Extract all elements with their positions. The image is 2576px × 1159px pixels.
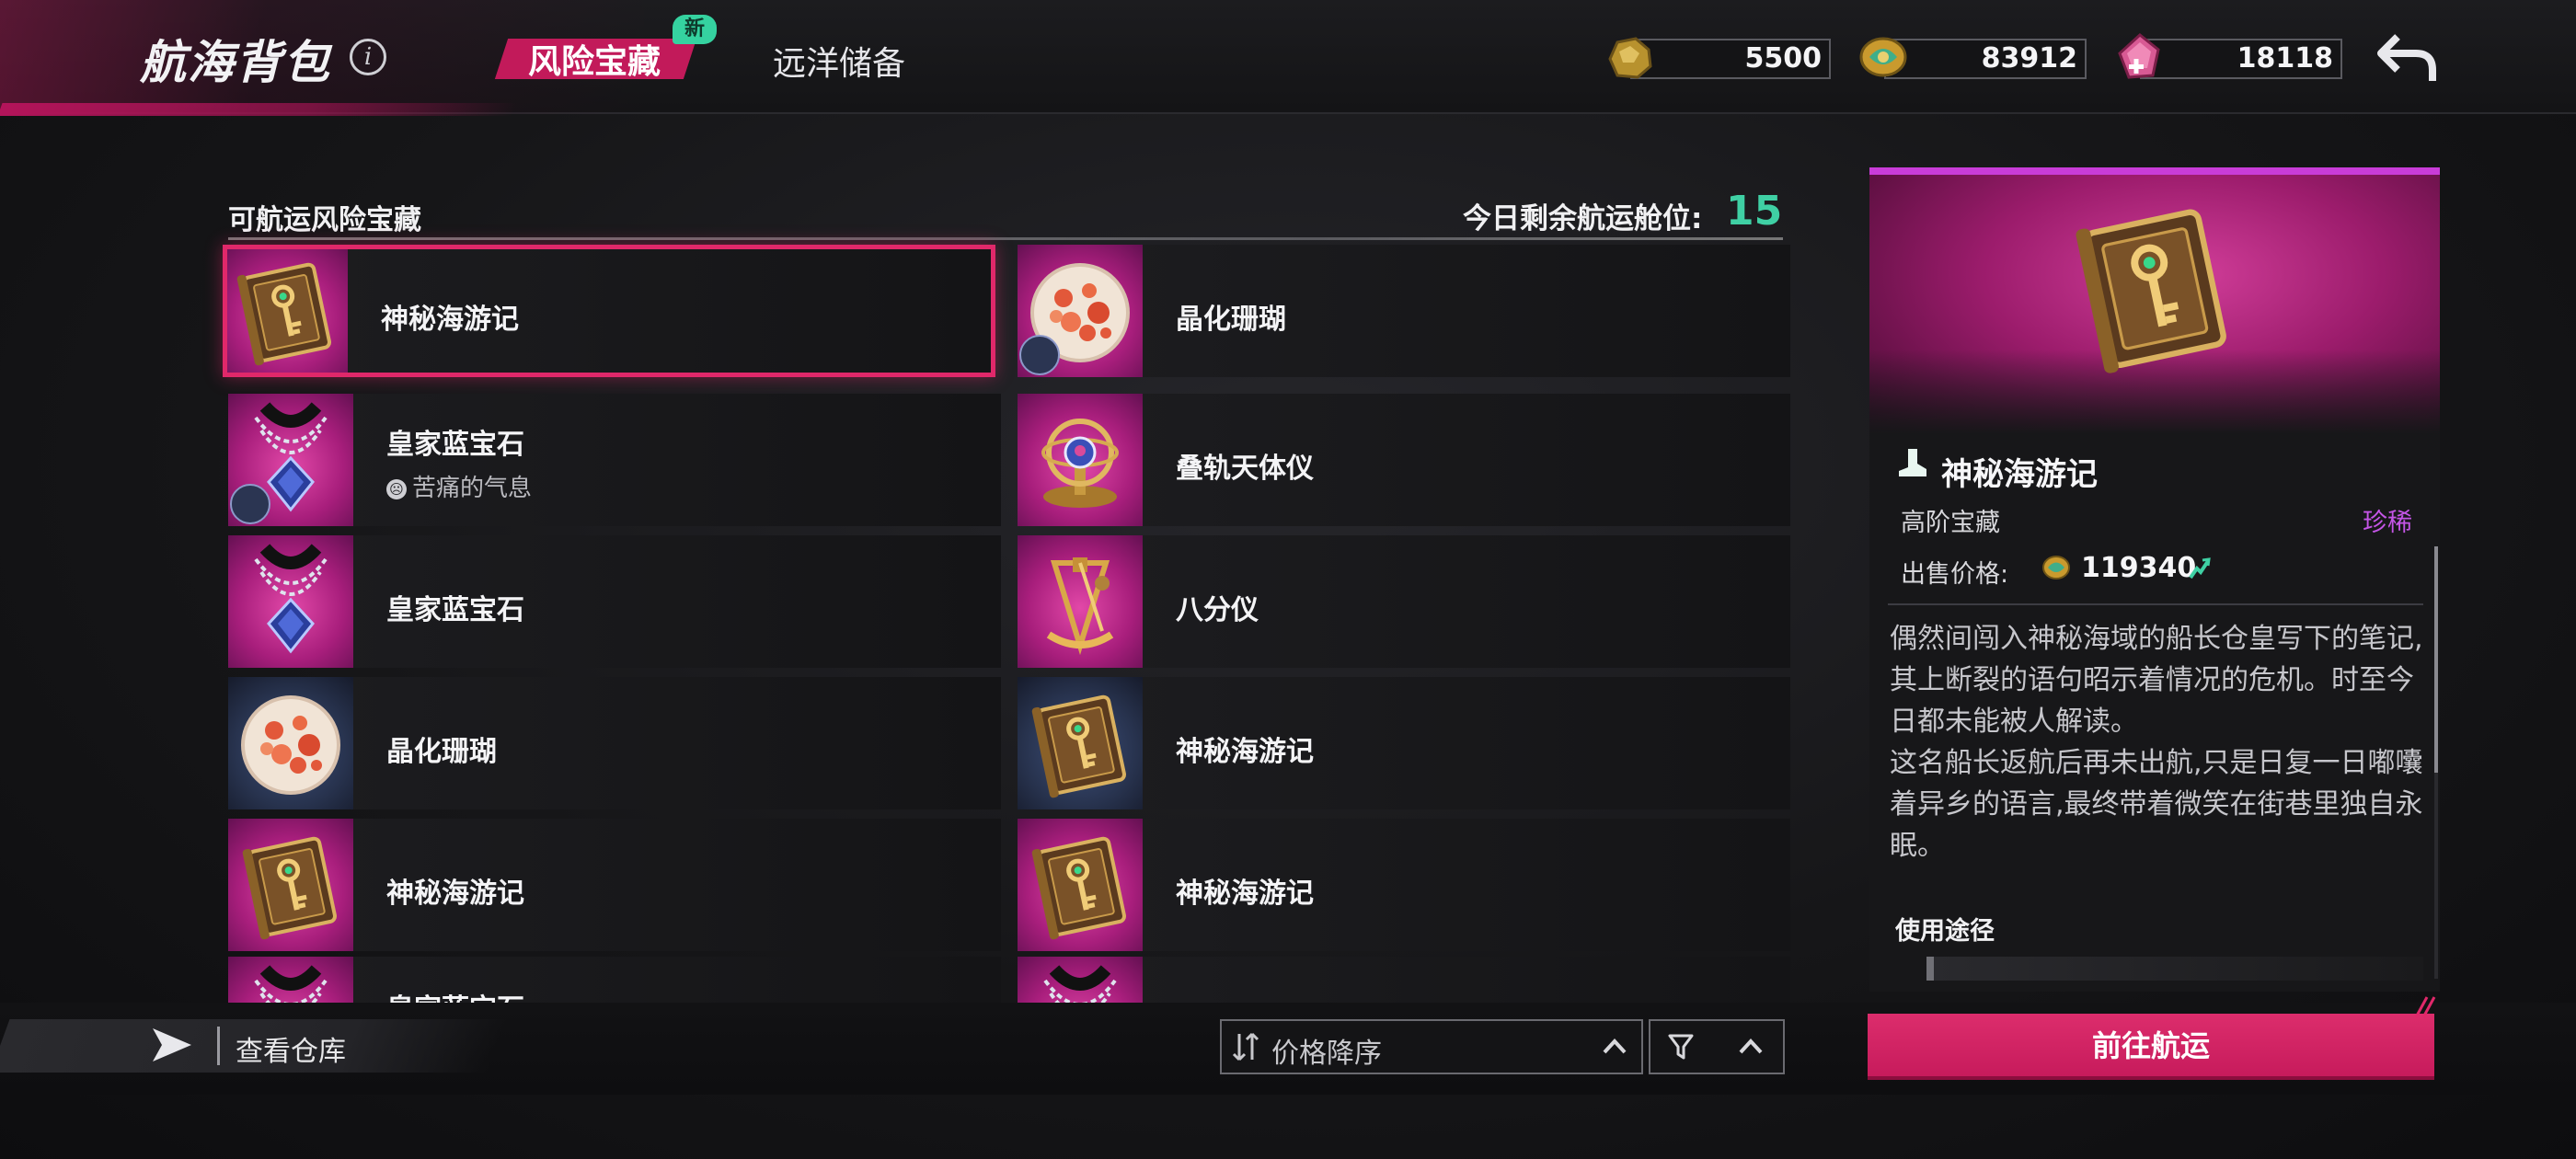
dragon-coin-icon [2042, 556, 2070, 580]
detail-price-label: 出售价格: [1901, 560, 2009, 589]
info-icon[interactable]: i [350, 39, 386, 75]
royal-sapphire-icon [228, 535, 353, 668]
slash-deco-icon [2414, 996, 2436, 1018]
item-thumbnail [228, 677, 353, 809]
view-warehouse-button[interactable]: 查看仓库 [236, 1028, 346, 1069]
list-item[interactable]: 皇家蓝宝石 [228, 535, 1001, 668]
item-name: 八分仪 [1176, 594, 1259, 626]
list-divider [228, 237, 1783, 240]
item-name: 神秘海游记 [386, 878, 524, 910]
octant-icon [1018, 535, 1143, 668]
trend-up-icon [2189, 557, 2211, 580]
detail-item-name: 神秘海游记 [1941, 456, 2098, 493]
item-name: 神秘海游记 [1176, 878, 1314, 910]
item-thumbnail [228, 394, 353, 526]
tab-risk-treasure[interactable]: 风险宝藏 [528, 35, 661, 83]
list-item[interactable]: 神秘海游记 [1018, 819, 1790, 951]
pink-gem-icon[interactable] [2112, 31, 2166, 83]
item-name: 皇家蓝宝石 [386, 594, 524, 626]
description-paragraph: 这名船长返航后再未出航,只是日复一日嘟囔着异乡的语言,最终带着微笑在街巷里独自永… [1890, 747, 2423, 862]
arrow-right-icon [153, 1028, 191, 1061]
detail-divider [1888, 603, 2423, 605]
slots-label: 今日剩余航运舱位: [1463, 202, 1703, 235]
royal-sapphire-icon [1018, 957, 1143, 1004]
cross-badge-icon [230, 484, 270, 524]
detail-item-tier: 高阶宝藏 [1901, 509, 2000, 537]
item-thumbnail [1018, 819, 1143, 951]
item-name: 叠轨天体仪 [1176, 453, 1314, 485]
item-thumbnail [1018, 957, 1143, 1004]
currency-gem-value: 18118 [2237, 42, 2333, 75]
detail-item-rarity: 珍稀 [2363, 509, 2412, 537]
go-shipping-button[interactable]: 前往航运 [1868, 1014, 2434, 1080]
sort-icon [1232, 1032, 1259, 1061]
item-name: 晶化珊瑚 [386, 736, 497, 768]
usage-bar [1926, 957, 2423, 981]
back-arrow-icon[interactable] [2375, 29, 2440, 85]
description-paragraph: 偶然间闯入神秘海域的船长仓皇写下的笔记,其上断裂的语句昭示着情况的危机。时至今日… [1890, 623, 2423, 738]
list-item[interactable]: 八分仪 [1018, 535, 1790, 668]
list-item[interactable]: 神秘海游记 [228, 819, 1001, 951]
page-title: 航海背包 [140, 36, 331, 89]
treasure-book-icon [228, 819, 353, 951]
item-thumbnail [1018, 535, 1143, 668]
list-item[interactable]: 神秘海游记 [223, 245, 995, 377]
list-item[interactable]: 晶化珊瑚 [228, 677, 1001, 809]
list-item[interactable]: 叠轨天体仪 [1018, 394, 1790, 526]
list-item[interactable]: 皇家蓝宝石 [228, 957, 1001, 1004]
item-thumbnail [228, 957, 353, 1004]
item-thumbnail [228, 819, 353, 951]
list-item[interactable]: 皇家蓝宝石 ☹ 苦痛的气息 [228, 394, 1001, 526]
currency-gold-value: 5500 [1744, 42, 1823, 75]
detail-description: 偶然间闯入神秘海域的船长仓皇写下的笔记,其上断裂的语句昭示着情况的危机。时至今日… [1890, 618, 2429, 866]
list-title: 可航运风险宝藏 [228, 204, 421, 236]
crystal-coral-icon [228, 677, 353, 809]
treasure-book-icon [2042, 180, 2263, 392]
list-item[interactable]: 晶化珊瑚 [1018, 245, 1790, 377]
royal-sapphire-icon [228, 957, 353, 1004]
treasure-book-icon [1018, 819, 1143, 951]
usage-bar-marker [1926, 957, 1934, 981]
item-name: 晶化珊瑚 [1176, 304, 1286, 336]
list-item[interactable] [1018, 957, 1790, 1004]
detail-price-value: 119340 [2081, 552, 2197, 584]
treasure-book-icon [1018, 677, 1143, 809]
warehouse-separator [217, 1027, 220, 1065]
item-thumbnail [1018, 394, 1143, 526]
currency-coin-value: 83912 [1981, 42, 2077, 75]
detail-rarity-stripe [1869, 167, 2440, 175]
orrery-icon [1018, 394, 1143, 526]
item-subtitle: ☹ 苦痛的气息 [386, 469, 532, 503]
item-thumbnail [228, 535, 353, 668]
usage-title: 使用途径 [1895, 917, 1995, 946]
item-name: 皇家蓝宝石 [386, 986, 524, 1004]
item-thumbnail [1018, 677, 1143, 809]
item-name: 皇家蓝宝石 [386, 429, 524, 461]
boot-icon [1899, 449, 1926, 476]
tab-ocean-reserve[interactable]: 远洋储备 [773, 37, 905, 85]
filter-icon [1668, 1034, 1694, 1060]
item-thumbnail [223, 245, 348, 377]
item-name: 神秘海游记 [1176, 736, 1314, 768]
slots-value: 15 [1726, 188, 1783, 235]
item-thumbnail [1018, 245, 1143, 377]
cross-badge-icon [1019, 335, 1060, 375]
gold-ore-icon [1608, 37, 1652, 79]
dragon-coin-icon [1859, 37, 1907, 77]
detail-scrollbar-thumb[interactable] [2434, 546, 2438, 773]
item-name: 神秘海游记 [381, 304, 519, 336]
curse-icon: ☹ [386, 479, 407, 499]
list-item[interactable]: 神秘海游记 [1018, 677, 1790, 809]
chevron-up-icon[interactable] [1601, 1036, 1628, 1058]
item-subtitle-text: 苦痛的气息 [412, 475, 533, 502]
treasure-book-icon [223, 245, 348, 377]
new-badge: 新 [673, 15, 717, 44]
chevron-up-icon[interactable] [1737, 1036, 1765, 1058]
top-bar-stripe [0, 103, 518, 116]
sort-label: 价格降序 [1271, 1038, 1382, 1070]
